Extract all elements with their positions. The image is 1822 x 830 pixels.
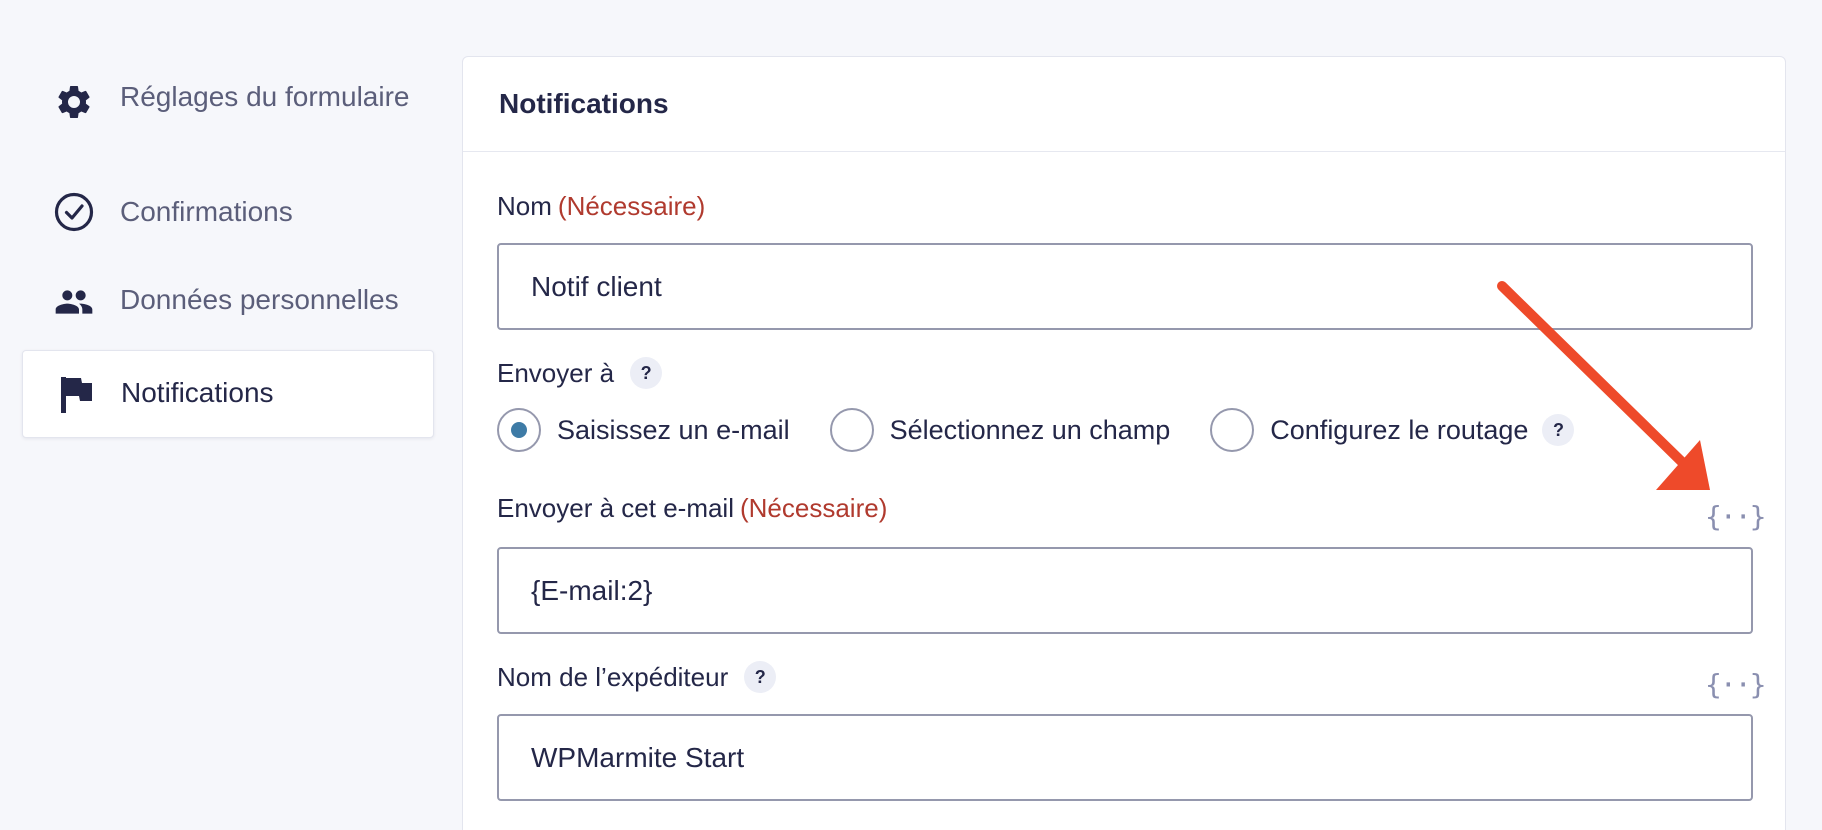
sidebar-item-form-settings[interactable]: Réglages du formulaire bbox=[22, 80, 434, 150]
send-to-label: Envoyer à ? bbox=[497, 357, 663, 389]
help-icon[interactable]: ? bbox=[1542, 414, 1575, 446]
radio-select-field[interactable] bbox=[829, 408, 874, 452]
radio-label[interactable]: Sélectionnez un champ bbox=[890, 415, 1171, 446]
radio-label[interactable]: Saisissez un e-mail bbox=[557, 415, 790, 446]
panel-title: Notifications bbox=[499, 88, 669, 119]
merge-tag-icon[interactable]: {··} bbox=[1705, 668, 1766, 708]
sidebar-item-label: Réglages du formulaire bbox=[120, 81, 410, 112]
send-to-options: Saisissez un e-mail Sélectionnez un cham… bbox=[497, 407, 1575, 453]
label-text: Envoyer à bbox=[497, 357, 615, 388]
label-text: Nom de l’expéditeur bbox=[497, 661, 729, 692]
radio-configure-routing[interactable] bbox=[1210, 408, 1255, 452]
required-indicator: (Nécessaire) bbox=[557, 191, 706, 221]
radio-enter-email[interactable] bbox=[497, 408, 541, 452]
sender-name-input[interactable] bbox=[497, 714, 1753, 801]
email-input[interactable] bbox=[497, 547, 1753, 634]
sidebar-item-label: Notifications bbox=[121, 377, 274, 408]
sidebar-item-label: Données personnelles bbox=[120, 284, 399, 315]
panel-header: Notifications bbox=[463, 57, 1785, 152]
page: Réglages du formulaire Confirmations Don… bbox=[0, 0, 1822, 830]
sidebar-item-label: Confirmations bbox=[120, 196, 293, 227]
sidebar-item-personal-data[interactable]: Données personnelles bbox=[22, 278, 434, 328]
merge-tag-icon[interactable]: {··} bbox=[1705, 500, 1766, 540]
help-icon[interactable]: ? bbox=[630, 357, 663, 389]
name-input[interactable] bbox=[497, 243, 1753, 330]
check-circle-icon bbox=[54, 192, 94, 232]
flag-icon bbox=[59, 375, 99, 415]
gear-icon bbox=[54, 82, 94, 122]
email-field-label: Envoyer à cet e-mail (Nécessaire) bbox=[497, 493, 887, 524]
sidebar-item-confirmations[interactable]: Confirmations bbox=[22, 190, 434, 240]
notification-settings-panel: Notifications Nom (Nécessaire) Envoyer à… bbox=[462, 56, 1786, 830]
users-icon bbox=[54, 282, 94, 322]
help-icon[interactable]: ? bbox=[744, 661, 777, 693]
sidebar-item-notifications[interactable]: Notifications bbox=[22, 350, 434, 438]
radio-label[interactable]: Configurez le routage bbox=[1270, 415, 1528, 446]
name-field-label: Nom (Nécessaire) bbox=[497, 191, 705, 222]
label-text: Nom bbox=[497, 191, 552, 221]
sender-name-label: Nom de l’expéditeur ? bbox=[497, 661, 777, 693]
required-indicator: (Nécessaire) bbox=[739, 493, 888, 523]
radio-dot bbox=[511, 422, 527, 438]
label-text: Envoyer à cet e-mail bbox=[497, 493, 734, 523]
